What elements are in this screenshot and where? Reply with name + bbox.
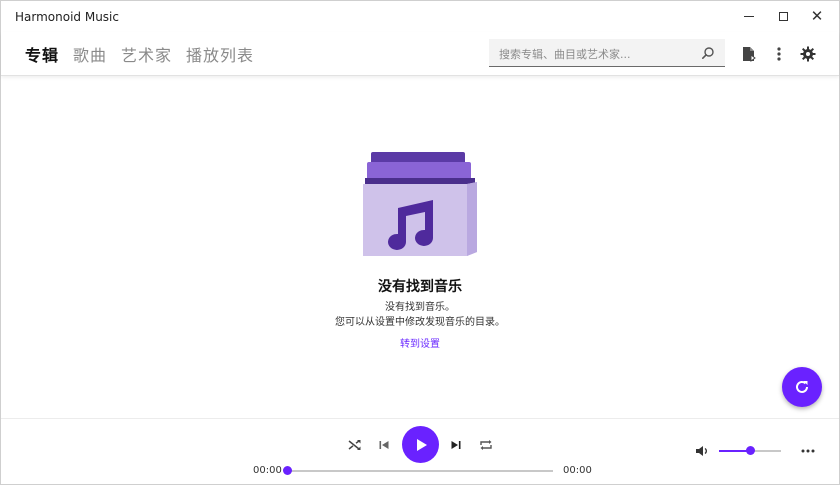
tab-albums[interactable]: 专辑 <box>25 42 59 66</box>
volume-icon[interactable] <box>694 443 710 459</box>
tab-playlists[interactable]: 播放列表 <box>186 42 254 66</box>
empty-state-hint: 您可以从设置中修改发现音乐的目录。 <box>335 317 505 328</box>
tab-artists[interactable]: 艺术家 <box>121 42 172 66</box>
refresh-icon <box>796 380 808 393</box>
previous-icon <box>379 441 389 449</box>
app-window: Harmonoid Music ✕ 专辑 歌曲 艺术家 播放列表 搜索专辑、曲目… <box>0 0 840 485</box>
tab-tracks[interactable]: 歌曲 <box>73 42 107 66</box>
search-input[interactable] <box>497 44 701 64</box>
shuffle-icon <box>348 440 361 450</box>
more-horiz-icon[interactable] <box>798 443 818 459</box>
app-title: Harmonoid Music <box>15 10 119 24</box>
title-bar: Harmonoid Music ✕ <box>1 1 839 32</box>
refresh-button[interactable] <box>782 367 822 407</box>
search-icon[interactable] <box>701 45 715 64</box>
minimize-icon <box>744 16 754 17</box>
volume-thumb[interactable] <box>746 446 755 455</box>
volume-slider[interactable] <box>719 446 781 455</box>
seek-thumb[interactable] <box>283 466 292 475</box>
tab-bar: 专辑 歌曲 艺术家 播放列表 <box>25 42 254 66</box>
next-button[interactable] <box>447 436 465 454</box>
seek-slider[interactable] <box>283 466 553 475</box>
shuffle-button[interactable] <box>346 436 364 454</box>
search-box <box>489 39 725 67</box>
duration-time: 00:00 <box>563 465 592 476</box>
gear-icon[interactable] <box>798 44 818 64</box>
next-icon <box>451 441 461 449</box>
repeat-button[interactable] <box>477 436 495 454</box>
file-import-icon[interactable] <box>739 44 759 64</box>
close-button[interactable]: ✕ <box>797 1 837 32</box>
repeat-icon <box>480 440 492 450</box>
header: 专辑 歌曲 艺术家 播放列表 <box>1 32 839 76</box>
play-button[interactable] <box>402 426 439 463</box>
album-music-folder-icon <box>363 152 479 262</box>
current-time: 00:00 <box>253 465 282 476</box>
close-icon: ✕ <box>810 7 824 25</box>
go-to-settings-link[interactable]: 转到设置 <box>1 335 839 350</box>
empty-state-title: 没有找到音乐 <box>378 279 462 295</box>
player-bar: 00:00 00:00 <box>1 418 839 485</box>
maximize-icon <box>778 12 788 21</box>
empty-state-message: 没有找到音乐。 <box>385 302 455 313</box>
more-vert-icon[interactable] <box>769 44 789 64</box>
play-icon <box>416 438 427 451</box>
previous-button[interactable] <box>375 436 393 454</box>
